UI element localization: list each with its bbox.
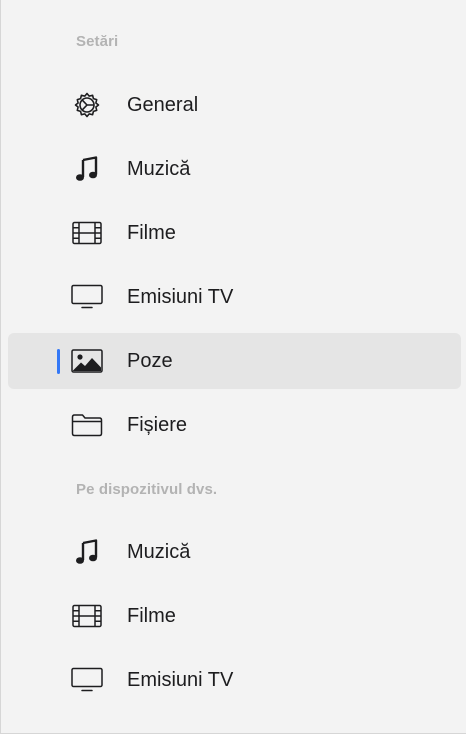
device-item-movies[interactable]: Filme: [8, 588, 461, 644]
folder-icon: [69, 408, 105, 442]
film-icon: [69, 216, 105, 250]
music-note-icon: [69, 535, 105, 569]
sidebar-item-photos[interactable]: Poze: [8, 333, 461, 389]
gear-icon: [69, 88, 105, 122]
sidebar-item-label: Muzică: [127, 541, 191, 563]
sidebar-item-label: Emisiuni TV: [127, 669, 234, 691]
tv-icon: [69, 280, 105, 314]
sidebar-item-music[interactable]: Muzică: [8, 141, 461, 197]
tv-icon: [69, 663, 105, 697]
sidebar: Setări General Muzică Filme Emisiuni TV …: [0, 0, 466, 734]
device-item-tv-shows[interactable]: Emisiuni TV: [8, 652, 461, 708]
sidebar-item-label: Emisiuni TV: [127, 286, 234, 308]
sidebar-item-label: Filme: [127, 605, 176, 627]
section-title-on-device: Pe dispozitivul dvs.: [76, 481, 218, 498]
sidebar-item-files[interactable]: Fișiere: [8, 397, 461, 453]
sidebar-item-label: Poze: [127, 350, 173, 372]
selection-indicator: [57, 349, 60, 374]
sidebar-item-general[interactable]: General: [8, 77, 461, 133]
sidebar-item-label: Fișiere: [127, 414, 188, 436]
sidebar-item-label: General: [127, 94, 199, 116]
photo-icon: [69, 344, 105, 378]
sidebar-item-tv-shows[interactable]: Emisiuni TV: [8, 269, 461, 325]
device-item-music[interactable]: Muzică: [8, 524, 461, 580]
section-title-settings: Setări: [76, 33, 119, 50]
sidebar-item-label: Muzică: [127, 158, 191, 180]
sidebar-item-movies[interactable]: Filme: [8, 205, 461, 261]
music-note-icon: [69, 152, 105, 186]
film-icon: [69, 599, 105, 633]
sidebar-item-label: Filme: [127, 222, 176, 244]
